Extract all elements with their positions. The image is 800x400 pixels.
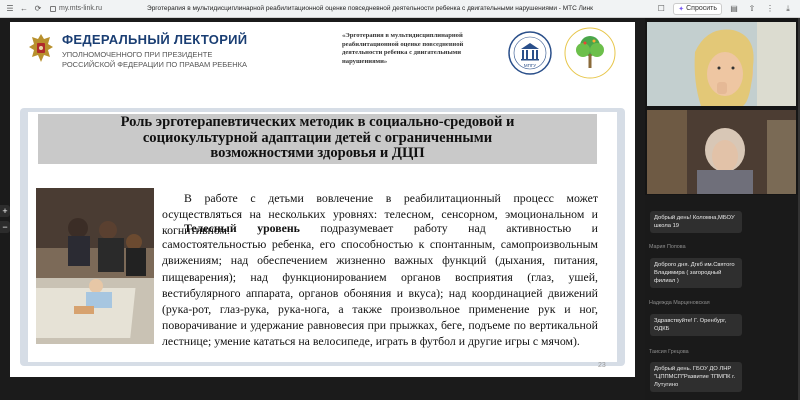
url-text: my.mts-link.ru <box>59 5 103 12</box>
chat-author: Надежда Марценовская <box>649 300 710 306</box>
page-number: 23 <box>598 362 606 369</box>
lecture-topic: «Эрготерапия в мультидисциплинарной реаб… <box>342 32 464 65</box>
ask-label: Спросить <box>686 5 717 12</box>
chat-message: Добрый день! Коломна,МБОУ школа 19 <box>650 211 742 233</box>
refresh-icon[interactable]: ⟳ <box>32 3 44 15</box>
slide-title-line: Роль эрготерапевтических методик в социа… <box>120 114 515 130</box>
ai-icon: ✦ <box>678 5 685 13</box>
lock-icon <box>50 5 56 12</box>
paragraph-body-level: Телесный уровень подразумевает работу на… <box>162 220 598 350</box>
chat-message: Доброго дня. Дгкб им.Святого Владимира (… <box>650 258 742 288</box>
ask-button[interactable]: ✦ Спросить <box>673 2 722 15</box>
chat-author: Мария Попова <box>649 244 686 250</box>
video-tile-speaker[interactable] <box>647 22 796 106</box>
slide-title-line: социокультурной адаптации детей с ограни… <box>142 129 493 146</box>
reading-icon[interactable]: ▤ <box>728 3 740 15</box>
extensions-icon[interactable]: ⋮ <box>764 3 776 15</box>
share-icon[interactable]: ⇧ <box>746 3 758 15</box>
bookmark-icon[interactable]: ☐ <box>655 3 667 15</box>
lectorium-subtitle-line: УПОЛНОМОЧЕННОГО ПРИ ПРЕЗИДЕНТЕ <box>62 50 213 59</box>
lectorium-title: ФЕДЕРАЛЬНЫЙ ЛЕКТОРИЙ <box>62 32 248 47</box>
slide-title-line: возможностями здоровья и ДЦП <box>210 145 425 161</box>
tree-logo <box>564 27 616 79</box>
download-icon[interactable]: ⤓ <box>782 3 794 15</box>
therapy-photo <box>36 188 154 344</box>
russian-emblem-icon <box>29 34 53 62</box>
mpgu-logo-text: МПГУ <box>524 63 536 68</box>
zoom-in-button[interactable]: + <box>0 205 10 217</box>
body-level-text: подразумевает работу над активностью и с… <box>162 221 598 349</box>
browser-toolbar: ☰ ← ⟳ my.mts-link.ru Эрготерапия в мульт… <box>0 0 800 18</box>
mpgu-logo: МПГУ <box>508 31 552 75</box>
slide-header: ФЕДЕРАЛЬНЫЙ ЛЕКТОРИЙ УПОЛНОМОЧЕННОГО ПРИ… <box>10 22 635 92</box>
chat-message: Добрый день. ГБОУ ДО ЛНР "ЦППМСП"Развити… <box>650 362 742 392</box>
chat-message: Здравствуйте! Г. Оренбург, ОДКБ <box>650 314 742 336</box>
menu-icon[interactable]: ☰ <box>4 3 16 15</box>
page-title: Эрготерапия в мультидисциплинарной реаби… <box>147 5 593 12</box>
back-icon[interactable]: ← <box>18 3 30 15</box>
chat-author: Таисия Грецова <box>649 349 689 355</box>
lectorium-subtitle-line: РОССИЙСКОЙ ФЕДЕРАЦИИ ПО ПРАВАМ РЕБЕНКА <box>62 59 248 69</box>
video-tile-participant[interactable] <box>647 110 796 194</box>
body-level-term: Телесный уровень <box>184 221 300 235</box>
lectorium-subtitle: УПОЛНОМОЧЕННОГО ПРИ ПРЕЗИДЕНТЕ РОССИЙСКО… <box>62 50 247 69</box>
slide-title: Роль эрготерапевтических методик в социа… <box>38 114 597 162</box>
address-bar[interactable]: my.mts-link.ru <box>50 5 102 12</box>
zoom-out-button[interactable]: − <box>0 221 10 233</box>
